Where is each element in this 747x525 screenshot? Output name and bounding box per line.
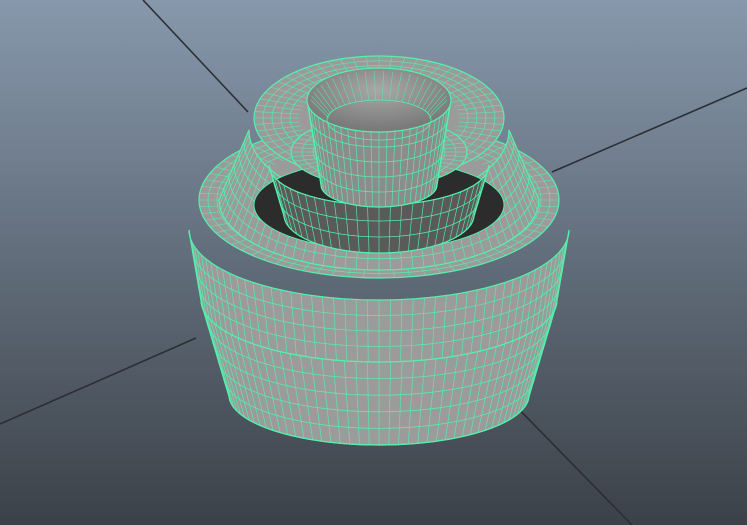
viewport-canvas[interactable] <box>0 0 747 525</box>
3d-viewport[interactable] <box>0 0 747 525</box>
